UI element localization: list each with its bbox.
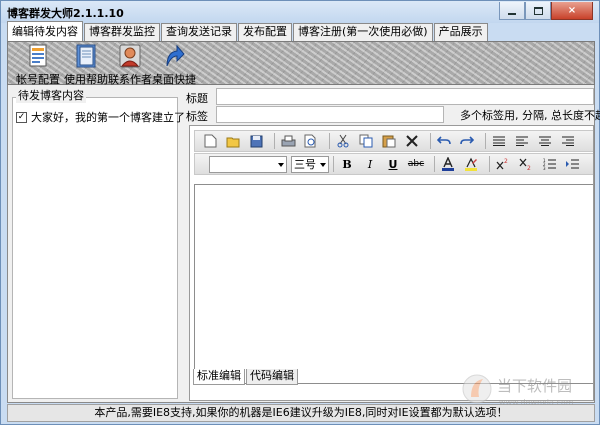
pending-posts-panel: ✓ 大家好，我的第一个博客建立了 待发博客内容 xyxy=(12,89,185,399)
window-controls: × xyxy=(499,2,593,20)
font-size-value: 三号 xyxy=(294,157,316,171)
superscript-icon[interactable]: 2 xyxy=(494,155,512,173)
font-size-select[interactable]: 三号 xyxy=(291,155,329,173)
delete-icon[interactable] xyxy=(403,132,421,150)
save-icon[interactable] xyxy=(247,132,265,150)
format-tools: 三号 B I U abc 2 2 1 2 3 xyxy=(209,155,586,173)
underline-icon[interactable]: U xyxy=(384,155,402,173)
tab-monitor[interactable]: 博客群发监控 xyxy=(84,23,160,41)
editor-toolbar-row-1 xyxy=(194,130,593,152)
help-button[interactable]: 使用帮助 xyxy=(64,44,108,86)
main-tabs: 编辑待发内容 博客群发监控 查询发送记录 发布配置 博客注册(第一次使用必做) … xyxy=(7,21,489,41)
main-body: ✓ 大家好，我的第一个博客建立了 待发博客内容 标题 标签 多个标签用, 分隔,… xyxy=(7,85,600,403)
align-right-icon[interactable] xyxy=(559,132,577,150)
bold-icon[interactable]: B xyxy=(338,155,356,173)
rich-text-editor: 三号 B I U abc 2 2 1 2 3 xyxy=(189,125,594,401)
toolbar-divider xyxy=(329,133,330,149)
desktop-shortcut-button[interactable]: 桌面快捷 xyxy=(152,44,196,86)
align-center-icon[interactable] xyxy=(536,132,554,150)
italic-icon[interactable]: I xyxy=(361,155,379,173)
editor-panel: 标题 标签 多个标签用, 分隔, 总长度不超8 三号 B I U abc 2 2… xyxy=(184,85,600,403)
redo-icon[interactable] xyxy=(458,132,476,150)
tab-blog-register[interactable]: 博客注册(第一次使用必做) xyxy=(293,23,433,41)
file-tools xyxy=(201,132,582,150)
font-family-select[interactable] xyxy=(209,155,287,173)
account-config-icon xyxy=(16,44,60,68)
title-label: 标题 xyxy=(186,92,208,105)
watermark-logo: 当下软件园 www.downxia.com xyxy=(461,371,591,411)
contact-author-icon xyxy=(108,44,152,68)
account-config-button[interactable]: 帐号配置 xyxy=(16,44,60,86)
pending-posts-list: ✓ 大家好，我的第一个博客建立了 xyxy=(12,97,185,399)
toolbar-divider xyxy=(333,156,334,172)
undo-icon[interactable] xyxy=(435,132,453,150)
list-item[interactable]: ✓ 大家好，我的第一个博客建立了 xyxy=(16,109,185,125)
tab-code-edit[interactable]: 代码编辑 xyxy=(246,369,298,385)
desktop-shortcut-icon xyxy=(152,44,196,68)
toolbar-divider xyxy=(485,133,486,149)
strikethrough-icon[interactable]: abc xyxy=(407,155,425,173)
post-title: 大家好，我的第一个博客建立了 xyxy=(31,111,185,124)
toolbar-divider xyxy=(274,133,275,149)
align-justify-icon[interactable] xyxy=(490,132,508,150)
pending-posts-title: 待发博客内容 xyxy=(16,89,86,103)
font-color-icon[interactable] xyxy=(439,155,457,173)
indent-icon[interactable] xyxy=(563,155,581,173)
toolbar-divider xyxy=(430,133,431,149)
title-input[interactable] xyxy=(216,88,594,105)
post-checkbox[interactable]: ✓ xyxy=(16,111,27,123)
copy-icon[interactable] xyxy=(357,132,375,150)
print-preview-icon[interactable] xyxy=(302,132,320,150)
tool-panel: 帐号配置 使用帮助 联系作者 桌面快捷 xyxy=(7,41,595,86)
app-title: 博客群发大师2.1.1.10 xyxy=(7,7,124,20)
tab-publish-config[interactable]: 发布配置 xyxy=(238,23,292,41)
svg-text:2: 2 xyxy=(527,165,531,170)
help-book-icon xyxy=(64,44,108,68)
paste-icon[interactable] xyxy=(380,132,398,150)
contact-author-button[interactable]: 联系作者 xyxy=(108,44,152,86)
content-editable-area[interactable] xyxy=(194,184,593,384)
toolbar-divider xyxy=(434,156,435,172)
editor-toolbar-row-2: 三号 B I U abc 2 2 1 2 3 xyxy=(194,153,593,175)
close-button[interactable]: × xyxy=(551,2,593,20)
maximize-button[interactable] xyxy=(525,2,551,20)
tags-input[interactable] xyxy=(216,106,444,123)
watermark-brand: 当下软件园 xyxy=(497,377,572,395)
tags-hint: 多个标签用, 分隔, 总长度不超8 xyxy=(460,109,600,122)
align-left-icon[interactable] xyxy=(513,132,531,150)
toolbar-divider xyxy=(489,156,490,172)
subscript-icon[interactable]: 2 xyxy=(517,155,535,173)
open-folder-icon[interactable] xyxy=(224,132,242,150)
numbered-list-icon[interactable]: 123 xyxy=(540,155,558,173)
app-window: 博客群发大师2.1.1.10 × 编辑待发内容 博客群发监控 查询发送记录 发布… xyxy=(0,0,600,425)
editor-mode-tabs: 标准编辑 代码编辑 xyxy=(193,369,299,385)
chevron-down-icon xyxy=(320,162,326,167)
cut-icon[interactable] xyxy=(334,132,352,150)
tags-label: 标签 xyxy=(186,110,208,123)
title-bar: 博客群发大师2.1.1.10 × xyxy=(1,1,599,23)
watermark-url: www.downxia.com xyxy=(499,398,574,407)
tab-products[interactable]: 产品展示 xyxy=(433,23,488,41)
chevron-down-icon xyxy=(278,162,284,167)
svg-text:2: 2 xyxy=(504,158,508,165)
minimize-icon xyxy=(508,12,516,15)
close-icon: × xyxy=(567,5,577,16)
tab-send-records[interactable]: 查询发送记录 xyxy=(161,23,237,41)
tab-edit-pending[interactable]: 编辑待发内容 xyxy=(7,21,83,41)
maximize-icon xyxy=(533,6,543,15)
tab-standard-edit[interactable]: 标准编辑 xyxy=(193,369,245,385)
svg-text:3: 3 xyxy=(543,166,546,170)
highlight-icon[interactable] xyxy=(462,155,480,173)
print-icon[interactable] xyxy=(279,132,297,150)
minimize-button[interactable] xyxy=(499,2,525,20)
new-doc-icon[interactable] xyxy=(201,132,219,150)
